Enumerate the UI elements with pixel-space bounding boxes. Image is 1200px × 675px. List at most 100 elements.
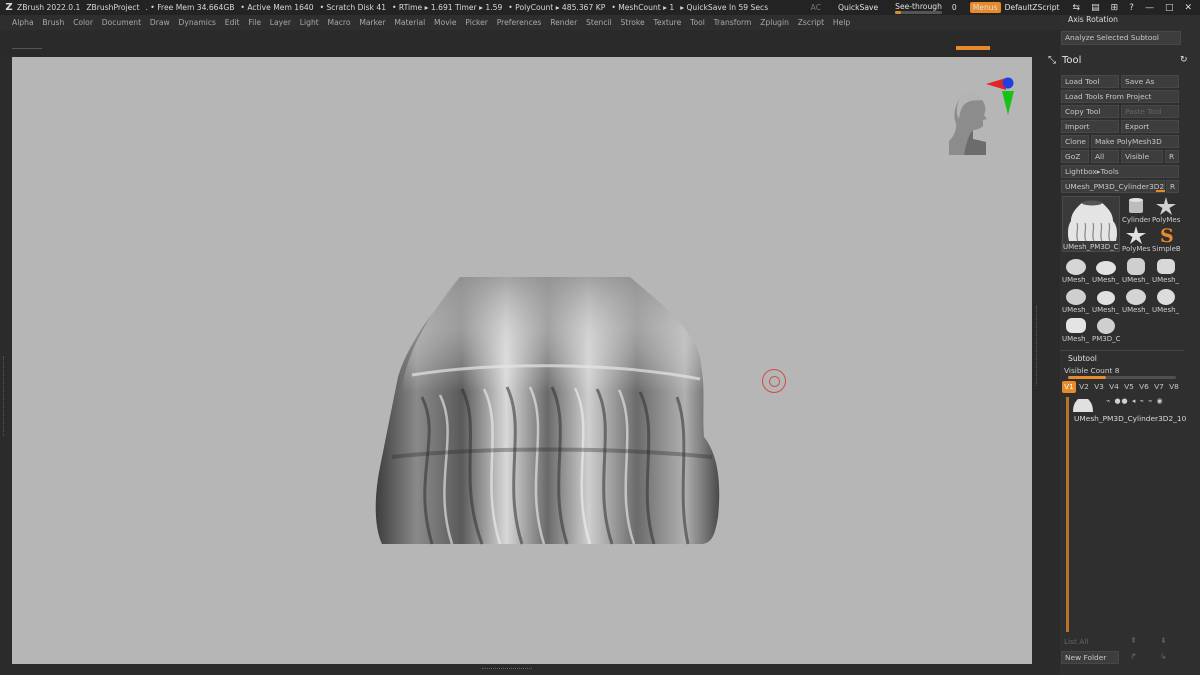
mesh-icon — [1066, 259, 1086, 275]
folder-up-icon[interactable]: ↱ — [1130, 652, 1137, 661]
analyze-subtool-button[interactable]: Analyze Selected Subtool — [1061, 31, 1181, 45]
load-tools-from-project-button[interactable]: Load Tools From Project — [1061, 90, 1179, 103]
polymesh-star-thumb-1[interactable]: PolyMes — [1152, 196, 1180, 224]
tool-pin-icon[interactable]: ⤡ — [1048, 55, 1056, 66]
menu-layer[interactable]: Layer — [270, 18, 291, 27]
menu-marker[interactable]: Marker — [359, 18, 385, 27]
tab-v1[interactable]: V1 — [1062, 381, 1076, 393]
tab-v5[interactable]: V5 — [1122, 381, 1136, 393]
visible-count-slider[interactable] — [1068, 376, 1176, 379]
menu-light[interactable]: Light — [300, 18, 319, 27]
move-up-icon[interactable]: ⇞ — [1130, 636, 1137, 645]
tool-palette-title[interactable]: Tool — [1062, 55, 1081, 66]
help-icon[interactable]: ? — [1129, 3, 1134, 13]
mesh-thumb-8[interactable]: UMesh_ — [1152, 286, 1180, 314]
minimize-icon[interactable]: — — [1145, 3, 1154, 13]
copy-tool-button[interactable]: Copy Tool — [1061, 105, 1119, 118]
grid-icon[interactable]: ⊞ — [1111, 3, 1119, 13]
move-down-icon[interactable]: ⇟ — [1160, 636, 1167, 645]
menu-macro[interactable]: Macro — [328, 18, 351, 27]
bottom-tray-grip[interactable] — [482, 668, 532, 672]
menu-document[interactable]: Document — [102, 18, 141, 27]
mesh-thumb-5[interactable]: UMesh_ — [1062, 286, 1090, 314]
default-zscript-button[interactable]: DefaultZScript — [1005, 3, 1060, 12]
current-tool-r-button[interactable]: R — [1166, 180, 1179, 193]
polymesh-star-thumb-2[interactable]: PolyMes — [1122, 225, 1150, 253]
tab-v6[interactable]: V6 — [1137, 381, 1151, 393]
menu-texture[interactable]: Texture — [654, 18, 682, 27]
menu-alpha[interactable]: Alpha — [12, 18, 34, 27]
tool-thumbnail-main[interactable]: UMesh_PM3D_C — [1062, 196, 1120, 252]
menu-movie[interactable]: Movie — [434, 18, 456, 27]
tab-v7[interactable]: V7 — [1152, 381, 1166, 393]
subtool-toggle-icons[interactable]: ⌁ ●● ◂ ⌁ ⌁ ◉ — [1106, 397, 1164, 405]
close-icon[interactable]: ✕ — [1184, 3, 1192, 13]
mesh-thumb-4[interactable]: UMesh_ — [1152, 256, 1180, 284]
menu-zscript[interactable]: Zscript — [798, 18, 824, 27]
menu-zplugin[interactable]: Zplugin — [760, 18, 789, 27]
current-tool-slider-fill — [1156, 190, 1165, 192]
load-tool-button[interactable]: Load Tool — [1061, 75, 1119, 88]
menu-preferences[interactable]: Preferences — [497, 18, 542, 27]
folder-down-icon[interactable]: ↳ — [1160, 652, 1167, 661]
menu-tool[interactable]: Tool — [690, 18, 705, 27]
new-folder-button[interactable]: New Folder — [1061, 651, 1119, 664]
lightbox-tools-button[interactable]: Lightbox▸Tools — [1061, 165, 1179, 178]
right-tray-grip[interactable] — [1036, 306, 1041, 386]
make-polymesh3d-button[interactable]: Make PolyMesh3D — [1091, 135, 1179, 148]
menu-dynamics[interactable]: Dynamics — [179, 18, 216, 27]
goz-all-button[interactable]: All — [1091, 150, 1119, 163]
ac-button[interactable]: AC — [811, 3, 821, 12]
menu-material[interactable]: Material — [394, 18, 425, 27]
subtool-list-scrollbar[interactable] — [1066, 397, 1069, 632]
menu-transform[interactable]: Transform — [714, 18, 752, 27]
menu-stencil[interactable]: Stencil — [586, 18, 612, 27]
import-button[interactable]: Import — [1061, 120, 1119, 133]
mesh-thumb-9[interactable]: UMesh_ — [1062, 315, 1090, 343]
maximize-icon[interactable]: □ — [1165, 3, 1174, 13]
tab-v3[interactable]: V3 — [1092, 381, 1106, 393]
menu-color[interactable]: Color — [73, 18, 93, 27]
menus-button[interactable]: Menus — [969, 2, 1001, 13]
tab-v2[interactable]: V2 — [1077, 381, 1091, 393]
menu-help[interactable]: Help — [833, 18, 850, 27]
mesh-thumb-3[interactable]: UMesh_ — [1122, 256, 1150, 284]
save-as-button[interactable]: Save As — [1121, 75, 1179, 88]
mesh-thumb-7[interactable]: UMesh_ — [1122, 286, 1150, 314]
hotkeys-icon[interactable]: ⇆ — [1073, 3, 1081, 13]
list-all-button[interactable]: List All — [1064, 637, 1088, 646]
goz-button[interactable]: GoZ — [1061, 150, 1089, 163]
cylinder-thumb[interactable]: Cylinder — [1122, 196, 1150, 224]
subtool-title[interactable]: Subtool — [1068, 354, 1097, 363]
simplebrush-thumb[interactable]: S SimpleB — [1152, 225, 1180, 253]
menu-render[interactable]: Render — [550, 18, 577, 27]
see-through-slider[interactable]: See-through — [895, 2, 942, 14]
mesh-thumb-10[interactable]: PM3D_C — [1092, 315, 1120, 343]
menu-draw[interactable]: Draw — [150, 18, 170, 27]
tab-v4[interactable]: V4 — [1107, 381, 1121, 393]
cylinder-mesh[interactable] — [375, 277, 720, 545]
mesh-thumb-6[interactable]: UMesh_ — [1092, 286, 1120, 314]
menu-stroke[interactable]: Stroke — [621, 18, 645, 27]
mesh-viewport[interactable] — [12, 57, 1032, 664]
menu-brush[interactable]: Brush — [42, 18, 64, 27]
menu-file[interactable]: File — [248, 18, 261, 27]
navigation-head-gizmo[interactable] — [944, 75, 1014, 155]
menu-picker[interactable]: Picker — [465, 18, 488, 27]
mesh-thumb-1[interactable]: UMesh_ — [1062, 256, 1090, 284]
goz-r-button[interactable]: R — [1165, 150, 1179, 163]
mesh-thumb-2[interactable]: UMesh_ — [1092, 256, 1120, 284]
refresh-icon[interactable]: ↻ — [1180, 55, 1188, 65]
clone-button[interactable]: Clone — [1061, 135, 1089, 148]
menu-edit[interactable]: Edit — [225, 18, 240, 27]
layout-icon[interactable]: ▤ — [1091, 3, 1100, 13]
goz-visible-button[interactable]: Visible — [1121, 150, 1163, 163]
left-tray-grip[interactable] — [3, 356, 8, 436]
paste-tool-button[interactable]: Paste Tool — [1121, 105, 1179, 118]
current-tool-slider[interactable]: UMesh_PM3D_Cylinder3D2_1 — [1061, 180, 1165, 193]
export-button[interactable]: Export — [1121, 120, 1179, 133]
document-canvas[interactable] — [12, 57, 1032, 664]
quicksave-button[interactable]: QuickSave — [838, 3, 878, 12]
subtool-item[interactable]: ⌁ ●● ◂ ⌁ ⌁ ◉ UMesh_PM3D_Cylinder3D2_10 — [1072, 397, 1186, 427]
tab-v8[interactable]: V8 — [1167, 381, 1181, 393]
